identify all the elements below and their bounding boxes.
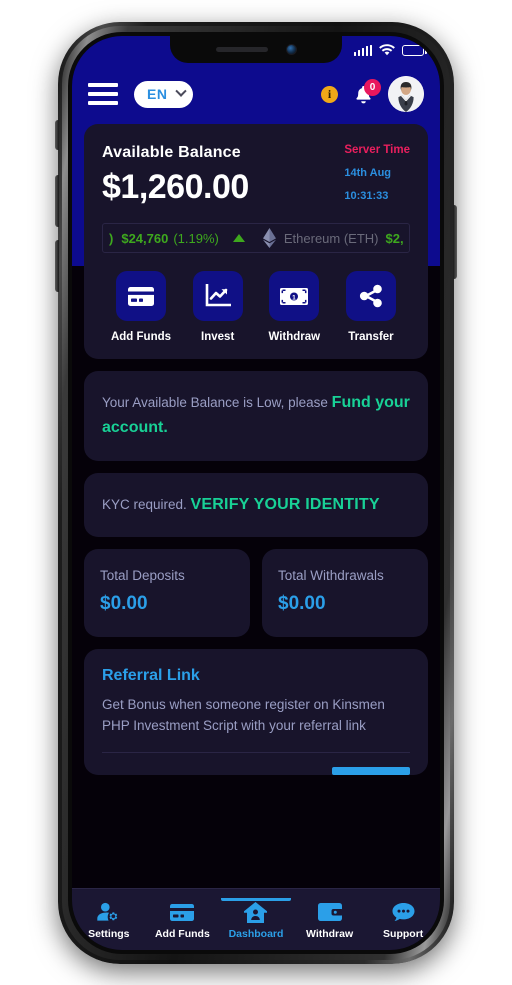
stat-label: Total Deposits [100,567,185,583]
earpiece-speaker [215,47,268,52]
share-icon [345,271,396,321]
chart-line-icon [192,271,243,321]
credit-card-icon [146,901,220,923]
mute-switch-button[interactable] [55,120,59,150]
dashboard-content: Available Balance $1,260.00 Server Time … [72,36,440,950]
wallet-icon [293,901,367,923]
stat-value: $0.00 [100,592,148,614]
user-settings-icon [72,901,146,923]
nav-item-withdraw[interactable]: Withdraw [293,899,367,940]
server-clock: 10:31:33 [344,190,389,202]
stat-value: $0.00 [278,592,326,614]
action-label: Withdraw [268,331,321,343]
quick-actions: Add Funds Invest 1 Withdraw Transfer [102,271,410,343]
action-label: Invest [201,331,235,343]
power-button[interactable] [453,205,457,279]
referral-description: Get Bonus when someone register on Kinsm… [102,696,385,733]
nav-item-dashboard[interactable]: Dashboard [219,899,293,940]
referral-copy-button[interactable] [332,767,410,776]
kyc-notice: KYC required. VERIFY YOUR IDENTITY [84,472,428,537]
ticker-eth-price: $2, [385,230,404,246]
nav-label: Settings [88,928,130,940]
action-invest[interactable]: Invest [185,271,251,343]
banknote-icon: 1 [269,271,320,321]
server-date: 14th Aug [344,167,392,179]
kyc-text: KYC required. [102,496,191,512]
phone-notch [170,36,342,63]
volume-down-button[interactable] [55,240,59,292]
nav-label: Withdraw [306,928,354,940]
referral-link-card: Referral Link Get Bonus when someone reg… [84,648,428,776]
phone-screen: EN i 0 Available Balance $1,260.00 Serve… [72,36,440,950]
low-balance-notice: Your Available Balance is Low, please Fu… [84,371,428,461]
bottom-navigation: Settings Add Funds Dashboard Withdraw Su… [72,888,440,950]
action-withdraw[interactable]: 1 Withdraw [261,271,327,343]
home-icon [219,901,293,923]
nav-item-support[interactable]: Support [366,899,440,940]
stat-label: Total Withdrawals [278,567,384,583]
credit-card-icon [116,271,166,321]
notice-text: Your Available Balance is Low, please [102,395,332,410]
nav-label: Dashboard [228,928,284,940]
action-add-funds[interactable]: Add Funds [108,271,174,343]
referral-input-row[interactable] [102,767,410,776]
action-label: Add Funds [110,331,172,343]
svg-text:1: 1 [292,294,296,301]
ticker-btc-price: $24,760 [121,230,169,246]
referral-divider [102,752,410,754]
action-label: Transfer [348,331,394,343]
nav-label: Support [383,928,424,940]
verify-identity-link[interactable]: VERIFY YOUR IDENTITY [191,496,380,513]
nav-label: Add Funds [154,928,210,940]
server-time-label: Server Time [344,144,410,156]
stats-row: Total Deposits $0.00 Total Withdrawals $… [84,548,428,637]
server-time-block: Server Time 14th Aug 10:31:33 [344,144,410,202]
nav-item-settings[interactable]: Settings [72,899,146,940]
ethereum-icon [262,228,276,248]
action-transfer[interactable]: Transfer [338,271,404,343]
crypto-ticker[interactable]: ) $24,760 (1.19%) Ethereum (ETH) $2, [102,223,410,253]
referral-title: Referral Link [102,666,200,684]
chat-bubble-icon [366,901,440,923]
nav-item-add-funds[interactable]: Add Funds [146,899,220,940]
available-balance-card: Available Balance $1,260.00 Server Time … [84,124,428,359]
triangle-up-icon [232,234,245,242]
total-withdrawals-card: Total Withdrawals $0.00 [262,548,428,637]
ticker-btc-clip: ) [109,230,114,246]
volume-up-button[interactable] [55,175,59,227]
front-camera-icon [285,44,297,55]
ticker-btc-change: (1.19%) [173,230,219,246]
total-deposits-card: Total Deposits $0.00 [84,548,250,637]
ticker-eth-name: Ethereum (ETH) [283,230,379,246]
screenshot-root: EN i 0 Available Balance $1,260.00 Serve… [0,0,512,985]
